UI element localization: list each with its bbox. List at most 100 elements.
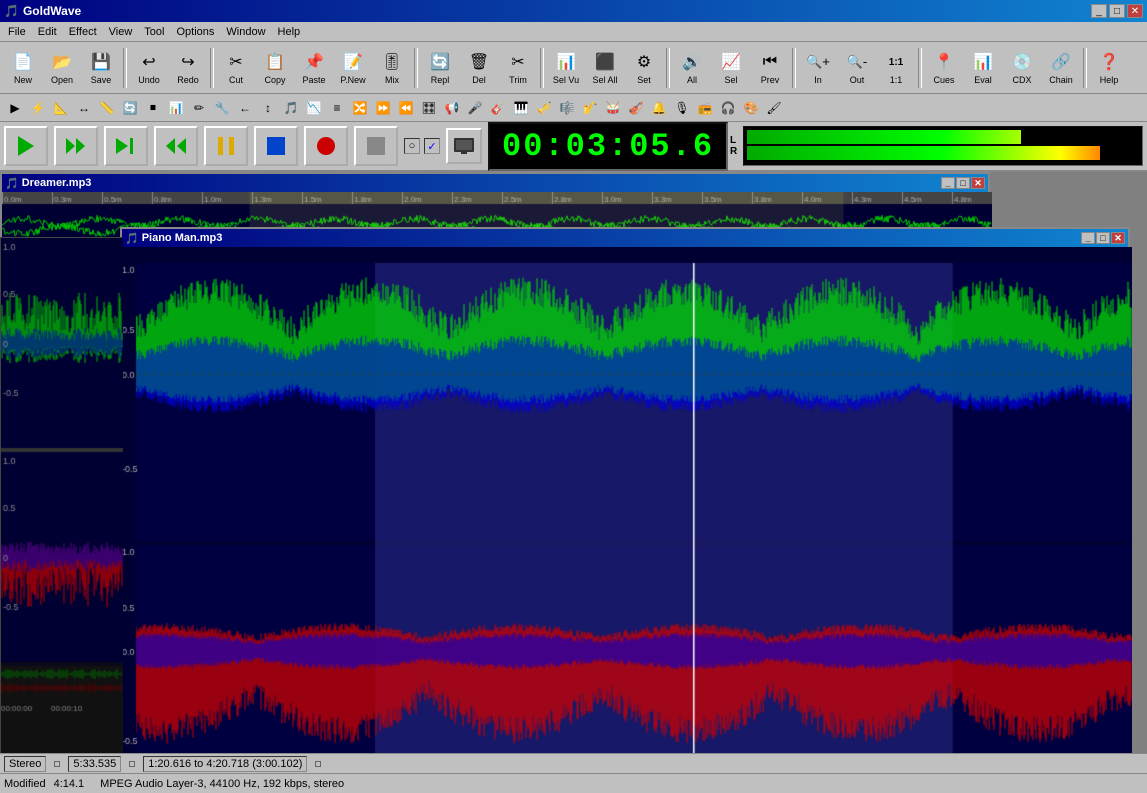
tool2-22[interactable]: 🎸 — [487, 97, 509, 119]
minimize-button[interactable]: _ — [1091, 4, 1107, 18]
ff-end-button[interactable] — [104, 126, 148, 166]
tool2-9[interactable]: ✏ — [188, 97, 210, 119]
selvu-button[interactable]: 📊 Sel Vu — [547, 45, 585, 91]
play-button[interactable] — [4, 126, 48, 166]
pnew-button[interactable]: 📝 P.New — [334, 45, 372, 91]
open-button[interactable]: 📂 Open — [43, 45, 81, 91]
dreamer-maximize[interactable]: □ — [956, 177, 970, 189]
menu-edit[interactable]: Edit — [32, 24, 63, 40]
tool2-2[interactable]: ⚡ — [27, 97, 49, 119]
tool2-26[interactable]: 🎷 — [579, 97, 601, 119]
tool2-31[interactable]: 📻 — [694, 97, 716, 119]
stop-button[interactable] — [254, 126, 298, 166]
mix-button[interactable]: 🎚 Mix — [373, 45, 411, 91]
dreamer-minimize[interactable]: _ — [941, 177, 955, 189]
piano-minimize[interactable]: _ — [1081, 232, 1095, 244]
tool2-27[interactable]: 🥁 — [602, 97, 624, 119]
prev-button[interactable]: ⏮ Prev — [751, 45, 789, 91]
menu-options[interactable]: Options — [170, 24, 220, 40]
cut-label: Cut — [229, 75, 243, 85]
tool2-30[interactable]: 🎙 — [671, 97, 693, 119]
all-button[interactable]: 🔊 All — [673, 45, 711, 91]
tool2-24[interactable]: 🎺 — [533, 97, 555, 119]
tool2-1[interactable]: ▶ — [4, 97, 26, 119]
menu-window[interactable]: Window — [220, 24, 271, 40]
redo-button[interactable]: ↪ Redo — [169, 45, 207, 91]
out-button[interactable]: 🔍- Out — [838, 45, 876, 91]
maximize-button[interactable]: □ — [1109, 4, 1125, 18]
tool2-4[interactable]: ↔ — [73, 97, 95, 119]
tool2-13[interactable]: 🎵 — [280, 97, 302, 119]
tool2-29[interactable]: 🔔 — [648, 97, 670, 119]
paste-button[interactable]: 📌 Paste — [295, 45, 333, 91]
pause-button[interactable] — [204, 126, 248, 166]
tool2-11[interactable]: ← — [234, 97, 256, 119]
tool2-34[interactable]: 🖌 — [763, 97, 785, 119]
tool2-3[interactable]: 📐 — [50, 97, 72, 119]
in-label: In — [814, 75, 822, 85]
tool2-10[interactable]: 🔧 — [211, 97, 233, 119]
device-button[interactable] — [446, 128, 482, 164]
del-button[interactable]: 🗑 Del — [460, 45, 498, 91]
tool2-23[interactable]: 🎹 — [510, 97, 532, 119]
save-button[interactable]: 💾 Save — [82, 45, 120, 91]
help-button[interactable]: ❓ Help — [1090, 45, 1128, 91]
tool2-15[interactable]: ≡ — [326, 97, 348, 119]
piano-maximize[interactable]: □ — [1096, 232, 1110, 244]
separator-1 — [123, 48, 127, 88]
tool2-17[interactable]: ⏩ — [372, 97, 394, 119]
menu-effect[interactable]: Effect — [63, 24, 103, 40]
chain-button[interactable]: 🔗 Chain — [1042, 45, 1080, 91]
cues-button[interactable]: 📍 Cues — [925, 45, 963, 91]
stop2-button[interactable] — [354, 126, 398, 166]
in-button[interactable]: 🔍+ In — [799, 45, 837, 91]
repl-button[interactable]: 🔄 Repl — [421, 45, 459, 91]
tool2-6[interactable]: 🔄 — [119, 97, 141, 119]
channel-field: Stereo — [4, 756, 46, 772]
record-button[interactable] — [304, 126, 348, 166]
tool2-21[interactable]: 🎤 — [464, 97, 486, 119]
tool2-14[interactable]: 📉 — [303, 97, 325, 119]
tool2-5[interactable]: 📏 — [96, 97, 118, 119]
menu-view[interactable]: View — [103, 24, 139, 40]
main-area: 🎵 Dreamer.mp3 _ □ ✕ 🎵 Piano Man.mp3 — [0, 172, 1147, 753]
close-button[interactable]: ✕ — [1127, 4, 1143, 18]
tool2-28[interactable]: 🎻 — [625, 97, 647, 119]
tool2-19[interactable]: 🎛 — [418, 97, 440, 119]
tool2-7[interactable]: ⏹ — [142, 97, 164, 119]
dreamer-close[interactable]: ✕ — [971, 177, 985, 189]
rewind-button[interactable] — [154, 126, 198, 166]
copy-button[interactable]: 📋 Copy — [256, 45, 294, 91]
set-button[interactable]: ⚙ Set — [625, 45, 663, 91]
cdx-button[interactable]: 💿 CDX — [1003, 45, 1041, 91]
new-button[interactable]: 📄 New — [4, 45, 42, 91]
tool2-20[interactable]: 📢 — [441, 97, 463, 119]
selall-button[interactable]: ⬛ Sel All — [586, 45, 624, 91]
sel-button[interactable]: 📈 Sel — [712, 45, 750, 91]
tool2-33[interactable]: 🎨 — [740, 97, 762, 119]
menu-help[interactable]: Help — [272, 24, 307, 40]
piano-title: Piano Man.mp3 — [142, 232, 223, 244]
dreamer-title-bar: 🎵 Dreamer.mp3 _ □ ✕ — [2, 174, 988, 192]
tool2-12[interactable]: ↕ — [257, 97, 279, 119]
monitor-checkbox2[interactable]: ✓ — [424, 138, 440, 154]
cut-button[interactable]: ✂ Cut — [217, 45, 255, 91]
fast-forward-button[interactable] — [54, 126, 98, 166]
tool2-32[interactable]: 🎧 — [717, 97, 739, 119]
menu-file[interactable]: File — [2, 24, 32, 40]
format-value: MPEG Audio Layer-3, 44100 Hz, 192 kbps, … — [100, 778, 344, 790]
eval-button[interactable]: 📊 Eval — [964, 45, 1002, 91]
monitor-checkbox[interactable]: ○ — [404, 138, 420, 154]
menu-tool[interactable]: Tool — [138, 24, 170, 40]
tool2-25[interactable]: 🎼 — [556, 97, 578, 119]
tool2-8[interactable]: 📊 — [165, 97, 187, 119]
trim-button[interactable]: ✂ Trim — [499, 45, 537, 91]
cut-icon: ✂ — [224, 50, 248, 74]
zoom11-button[interactable]: 1:1 1:1 — [877, 45, 915, 91]
trim-label: Trim — [509, 75, 527, 85]
tool2-16[interactable]: 🔀 — [349, 97, 371, 119]
undo-button[interactable]: ↩ Undo — [130, 45, 168, 91]
tool2-18[interactable]: ⏪ — [395, 97, 417, 119]
l-indicator: L — [730, 135, 737, 146]
piano-close[interactable]: ✕ — [1111, 232, 1125, 244]
